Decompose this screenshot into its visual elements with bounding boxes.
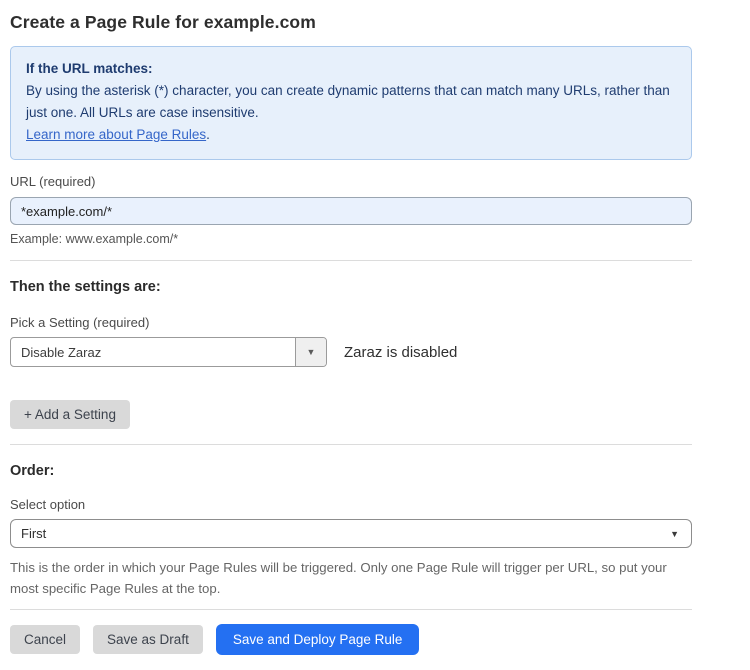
order-heading: Order: [10, 463, 692, 479]
dropdown-arrow-icon[interactable]: ▼ [295, 338, 326, 366]
footer-actions: Cancel Save as Draft Save and Deploy Pag… [10, 624, 692, 655]
caret-down-icon: ▼ [670, 529, 679, 539]
info-box-body: By using the asterisk (*) character, you… [26, 80, 671, 124]
setting-status-text: Zaraz is disabled [344, 344, 457, 361]
add-setting-button[interactable]: + Add a Setting [10, 400, 130, 429]
setting-row: Disable Zaraz ▼ Zaraz is disabled [10, 337, 692, 367]
order-help-text: This is the order in which your Page Rul… [10, 557, 680, 599]
url-example-hint: Example: www.example.com/* [10, 232, 692, 246]
divider [10, 444, 692, 445]
save-deploy-button[interactable]: Save and Deploy Page Rule [216, 624, 420, 655]
pick-setting-label: Pick a Setting (required) [10, 315, 692, 330]
divider [10, 609, 692, 610]
setting-select-value: Disable Zaraz [11, 338, 295, 366]
order-select-value: First [21, 526, 46, 541]
setting-select[interactable]: Disable Zaraz ▼ [10, 337, 327, 367]
order-select-label: Select option [10, 497, 692, 512]
url-match-info-box: If the URL matches: By using the asteris… [10, 46, 692, 160]
page-title: Create a Page Rule for example.com [10, 12, 692, 33]
cancel-button[interactable]: Cancel [10, 625, 80, 654]
save-draft-button[interactable]: Save as Draft [93, 625, 203, 654]
page-rule-form: Create a Page Rule for example.com If th… [10, 12, 692, 655]
info-box-heading: If the URL matches: [26, 58, 676, 80]
settings-heading: Then the settings are: [10, 279, 692, 295]
url-input[interactable] [10, 197, 692, 225]
divider [10, 260, 692, 261]
order-select[interactable]: First ▼ [10, 519, 692, 548]
link-suffix: . [206, 127, 210, 142]
info-box-link-line: Learn more about Page Rules. [26, 124, 676, 146]
url-label: URL (required) [10, 174, 692, 189]
learn-more-link[interactable]: Learn more about Page Rules [26, 127, 206, 142]
